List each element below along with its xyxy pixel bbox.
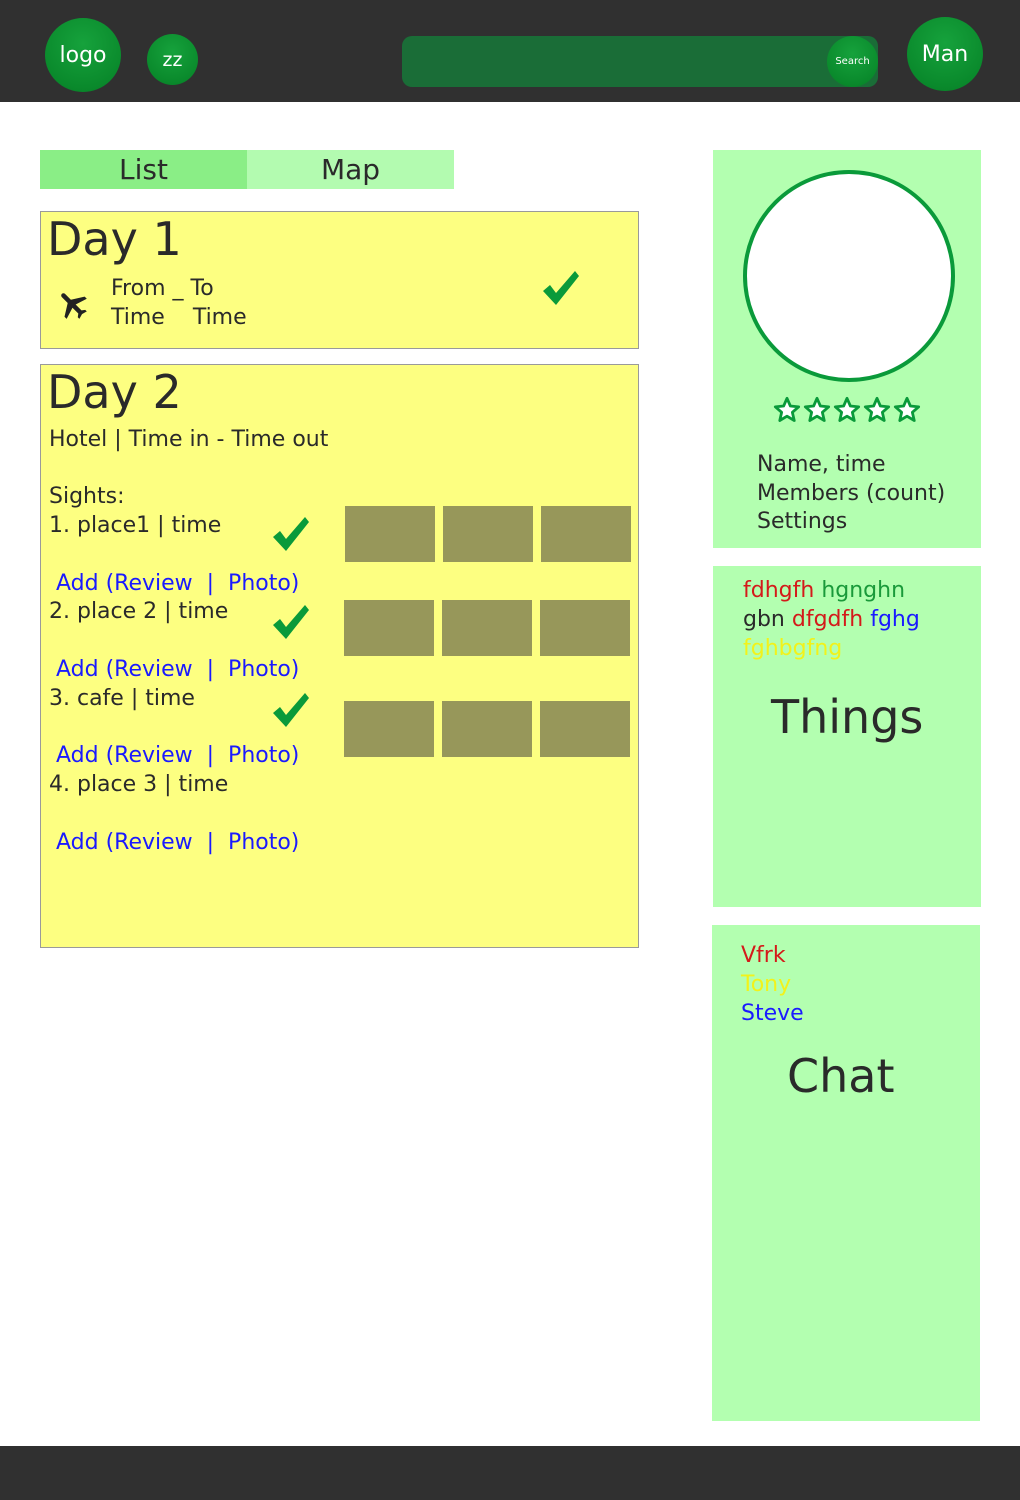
chat-title: Chat (787, 1049, 895, 1103)
chat-user[interactable]: Tony (741, 972, 791, 997)
photo-thumbnail[interactable] (540, 600, 630, 656)
add-review-photo-link[interactable]: Add (Review | Photo) (56, 571, 299, 596)
day-1-card: Day 1 From _ To Time Time (40, 211, 639, 349)
user-menu-button[interactable]: Man (907, 17, 983, 91)
hotel-info: Hotel | Time in - Time out (49, 427, 329, 452)
logo-label: logo (59, 42, 107, 68)
photo-thumbnail[interactable] (540, 701, 630, 757)
day-1-times: Time Time (111, 305, 247, 330)
photo-thumbnail[interactable] (443, 506, 533, 562)
tag-word[interactable]: dfgdfh (792, 607, 863, 632)
add-review-photo-link[interactable]: Add (Review | Photo) (56, 830, 299, 855)
tab-map-label: Map (320, 153, 381, 186)
photo-thumbnail[interactable] (442, 600, 532, 656)
search-button[interactable]: Search (827, 36, 878, 87)
avatar (743, 170, 955, 382)
star-icon[interactable] (773, 396, 801, 424)
photo-thumbnail[interactable] (345, 506, 435, 562)
search-button-label: Search (835, 56, 870, 67)
trip-members[interactable]: Members (count) (757, 481, 945, 506)
check-icon (273, 517, 309, 551)
tag-word[interactable]: fdhgfh (743, 578, 814, 603)
chat-user[interactable]: Steve (741, 1001, 804, 1026)
tab-list-label: List (119, 153, 168, 186)
photo-thumbnail[interactable] (344, 701, 434, 757)
tab-map[interactable]: Map (247, 150, 454, 189)
sight-item-1: 1. place1 | time (49, 513, 222, 538)
tab-list[interactable]: List (40, 150, 247, 189)
photo-thumbnail[interactable] (344, 600, 434, 656)
sight-item-2: 2. place 2 | time (49, 599, 229, 624)
star-icon[interactable] (803, 396, 831, 424)
airplane-icon (61, 293, 87, 319)
zz-label: zz (162, 48, 183, 71)
tag-word[interactable]: hgnghn (821, 578, 905, 603)
tag-word[interactable]: fghbgfng (743, 636, 842, 661)
zz-button[interactable]: zz (147, 34, 198, 85)
trip-profile-panel: Name, time Members (count) Settings (713, 150, 981, 548)
day-1-title: Day 1 (47, 212, 182, 266)
day-2-card: Day 2 Hotel | Time in - Time out Sights:… (40, 364, 639, 948)
things-panel: fdhgfh hgnghn gbn dfgdfh fghg fghbgfng T… (713, 566, 981, 907)
star-icon[interactable] (833, 396, 861, 424)
chat-user[interactable]: Vfrk (741, 943, 786, 968)
user-label: Man (921, 41, 969, 67)
rating-stars[interactable] (773, 396, 921, 424)
tag-word[interactable]: gbn (743, 607, 785, 632)
photo-thumbnail[interactable] (541, 506, 631, 562)
check-icon (273, 693, 309, 727)
sights-label: Sights: (49, 484, 125, 509)
things-line-3: fghbgfng (743, 636, 842, 661)
logo-button[interactable]: logo (45, 18, 121, 92)
sight-item-3: 3. cafe | time (49, 686, 195, 711)
photo-thumbnail[interactable] (442, 701, 532, 757)
star-icon[interactable] (893, 396, 921, 424)
things-line-2: gbn dfgdfh fghg (743, 607, 920, 632)
trip-settings[interactable]: Settings (757, 509, 847, 534)
sight-item-4: 4. place 3 | time (49, 772, 229, 797)
tag-word[interactable]: fghg (870, 607, 920, 632)
day-2-title: Day 2 (47, 365, 182, 419)
chat-panel: Vfrk Tony Steve Chat (712, 925, 980, 1421)
search-input[interactable]: Search (402, 36, 878, 87)
top-bar: logo zz Search Man (0, 0, 1020, 102)
add-review-photo-link[interactable]: Add (Review | Photo) (56, 743, 299, 768)
footer (0, 1446, 1020, 1500)
add-review-photo-link[interactable]: Add (Review | Photo) (56, 657, 299, 682)
check-icon (273, 605, 309, 639)
check-icon (543, 271, 579, 305)
day-1-from-to: From _ To (111, 276, 214, 301)
view-tabs: List Map (40, 150, 454, 189)
trip-name-time: Name, time (757, 452, 886, 477)
things-title: Things (771, 690, 924, 744)
star-icon[interactable] (863, 396, 891, 424)
things-line-1: fdhgfh hgnghn (743, 578, 905, 603)
